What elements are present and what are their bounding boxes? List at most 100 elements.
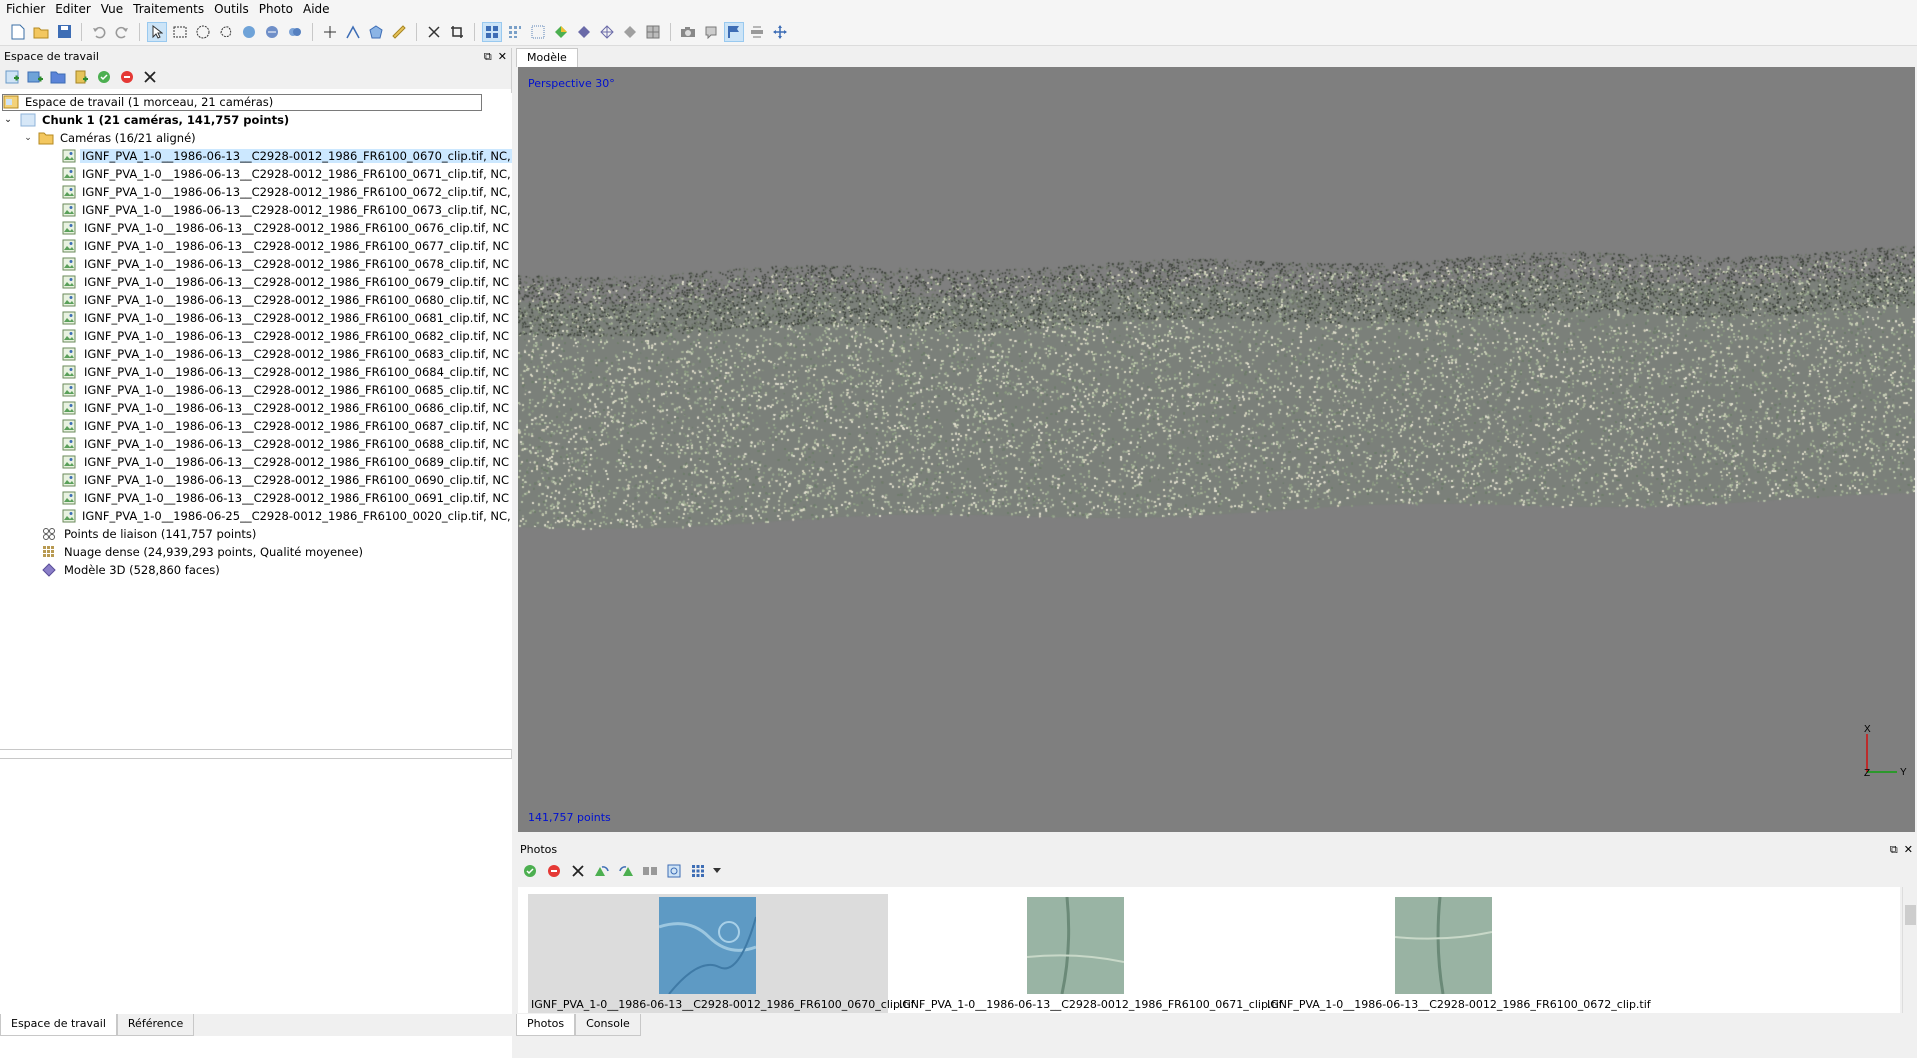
enable-icon[interactable]: [94, 67, 114, 87]
show-cameras-icon[interactable]: [482, 21, 502, 42]
tab-photos[interactable]: Photos: [516, 1014, 576, 1036]
enable-icon[interactable]: [520, 861, 540, 881]
show-dense-cloud-icon[interactable]: [528, 22, 548, 42]
camera-item[interactable]: IGNF_PVA_1-0__1986-06-13__C2928-0012_198…: [0, 489, 512, 507]
tree-cameras-folder[interactable]: ⌄ Caméras (16/21 aligné): [0, 129, 512, 147]
camera-item[interactable]: IGNF_PVA_1-0__1986-06-13__C2928-0012_198…: [0, 165, 512, 183]
tree-root[interactable]: Espace de travail (1 morceau, 21 caméras…: [0, 93, 512, 111]
rotate-left-icon[interactable]: [616, 861, 636, 881]
camera-item[interactable]: IGNF_PVA_1-0__1986-06-13__C2928-0012_198…: [0, 183, 512, 201]
disable-icon[interactable]: [544, 861, 564, 881]
camera-item[interactable]: IGNF_PVA_1-0__1986-06-13__C2928-0012_198…: [0, 201, 512, 219]
textured-model-icon[interactable]: [620, 22, 640, 42]
expand-chevron-icon[interactable]: ⌄: [2, 115, 14, 125]
scrollbar-thumb[interactable]: [1905, 905, 1916, 925]
camera-item[interactable]: IGNF_PVA_1-0__1986-06-13__C2928-0012_198…: [0, 237, 512, 255]
float-panel-icon[interactable]: ⧉: [1890, 843, 1898, 857]
close-panel-icon[interactable]: ✕: [498, 50, 507, 64]
tab-espace-de-travail[interactable]: Espace de travail: [0, 1014, 117, 1036]
tree-tie-points[interactable]: Points de liaison (141,757 points): [0, 525, 512, 543]
tree-chunk[interactable]: ⌄ Chunk 1 (21 caméras, 141,757 points): [0, 111, 512, 129]
filter-by-selection-icon[interactable]: [664, 861, 684, 881]
show-region-icon[interactable]: [747, 22, 767, 42]
add-photos-icon[interactable]: [25, 67, 45, 87]
filter-points-icon[interactable]: [262, 22, 282, 42]
add-chunk-icon[interactable]: [2, 67, 22, 87]
move-region-icon[interactable]: [770, 22, 790, 42]
camera-item[interactable]: IGNF_PVA_1-0__1986-06-25__C2928-0012_198…: [0, 507, 512, 525]
rectangle-select-icon[interactable]: [170, 22, 190, 42]
shaded-model-icon[interactable]: [551, 22, 571, 42]
photo-thumbnail[interactable]: IGNF_PVA_1-0__1986-06-13__C2928-0012_198…: [528, 894, 915, 1013]
camera-item[interactable]: IGNF_PVA_1-0__1986-06-13__C2928-0012_198…: [0, 417, 512, 435]
delete-selection-icon[interactable]: [424, 22, 444, 42]
disable-icon[interactable]: [117, 67, 137, 87]
float-panel-icon[interactable]: ⧉: [484, 50, 492, 64]
camera-item[interactable]: IGNF_PVA_1-0__1986-06-13__C2928-0012_198…: [0, 363, 512, 381]
new-file-icon[interactable]: [8, 22, 28, 42]
crop-selection-icon[interactable]: [447, 22, 467, 42]
view-mode-icon[interactable]: [688, 861, 708, 881]
draw-polygon-icon[interactable]: [366, 22, 386, 42]
menu-editer[interactable]: Editer: [53, 2, 99, 16]
camera-item[interactable]: IGNF_PVA_1-0__1986-06-13__C2928-0012_198…: [0, 435, 512, 453]
camera-item[interactable]: IGNF_PVA_1-0__1986-06-13__C2928-0012_198…: [0, 471, 512, 489]
menu-fichier[interactable]: Fichier: [4, 2, 53, 16]
select-points-icon[interactable]: [239, 22, 259, 42]
menu-traitements[interactable]: Traitements: [131, 2, 212, 16]
tab-modele[interactable]: Modèle: [516, 48, 578, 67]
wireframe-model-icon[interactable]: [597, 22, 617, 42]
camera-item[interactable]: IGNF_PVA_1-0__1986-06-13__C2928-0012_198…: [0, 327, 512, 345]
circle-select-icon[interactable]: [193, 22, 213, 42]
free-form-select-icon[interactable]: [216, 22, 236, 42]
show-markers-icon[interactable]: [724, 21, 744, 42]
draw-polyline-icon[interactable]: [343, 22, 363, 42]
photos-scrollbar[interactable]: [1902, 887, 1917, 1013]
dropdown-arrow-icon[interactable]: [712, 861, 722, 881]
model-viewport[interactable]: Perspective 30° 141,757 points X Y Z: [518, 67, 1915, 832]
show-tie-points-icon[interactable]: [505, 22, 525, 42]
camera-item[interactable]: IGNF_PVA_1-0__1986-06-13__C2928-0012_198…: [0, 381, 512, 399]
draw-point-icon[interactable]: [320, 22, 340, 42]
close-panel-icon[interactable]: ✕: [1904, 843, 1913, 857]
tree-dense-cloud[interactable]: Nuage dense (24,939,293 points, Qualité …: [0, 543, 512, 561]
ruler-icon[interactable]: [389, 22, 409, 42]
camera-item[interactable]: IGNF_PVA_1-0__1986-06-13__C2928-0012_198…: [0, 309, 512, 327]
camera-item[interactable]: IGNF_PVA_1-0__1986-06-13__C2928-0012_198…: [0, 147, 512, 165]
navigation-cursor-icon[interactable]: [147, 21, 167, 42]
camera-item[interactable]: IGNF_PVA_1-0__1986-06-13__C2928-0012_198…: [0, 273, 512, 291]
redo-icon[interactable]: [112, 22, 132, 42]
camera-item[interactable]: IGNF_PVA_1-0__1986-06-13__C2928-0012_198…: [0, 345, 512, 363]
remove-items-icon[interactable]: [140, 67, 160, 87]
main-toolbar: [0, 18, 1917, 46]
menu-photo[interactable]: Photo: [257, 2, 301, 16]
tab-reference[interactable]: Référence: [116, 1014, 195, 1036]
remove-icon[interactable]: [568, 861, 588, 881]
camera-item[interactable]: IGNF_PVA_1-0__1986-06-13__C2928-0012_198…: [0, 399, 512, 417]
add-marker-icon[interactable]: [71, 67, 91, 87]
menu-vue[interactable]: Vue: [99, 2, 131, 16]
tree-model3d[interactable]: Modèle 3D (528,860 faces): [0, 561, 512, 579]
camera-item[interactable]: IGNF_PVA_1-0__1986-06-13__C2928-0012_198…: [0, 219, 512, 237]
save-icon[interactable]: [54, 22, 74, 42]
tab-console[interactable]: Console: [575, 1014, 641, 1036]
solid-model-icon[interactable]: [574, 22, 594, 42]
reset-filter-icon[interactable]: [640, 861, 660, 881]
photo-thumbnail[interactable]: IGNF_PVA_1-0__1986-06-13__C2928-0012_198…: [1264, 894, 1651, 1013]
menu-aide[interactable]: Aide: [301, 2, 338, 16]
camera-label: IGNF_PVA_1-0__1986-06-13__C2928-0012_198…: [84, 329, 510, 343]
open-folder-icon[interactable]: [31, 22, 51, 42]
photo-thumbnail[interactable]: IGNF_PVA_1-0__1986-06-13__C2928-0012_198…: [896, 894, 1283, 1013]
menu-outils[interactable]: Outils: [212, 2, 257, 16]
camera-item[interactable]: IGNF_PVA_1-0__1986-06-13__C2928-0012_198…: [0, 291, 512, 309]
expand-chevron-icon[interactable]: ⌄: [22, 133, 34, 143]
shape-tools-icon[interactable]: [285, 22, 305, 42]
rotate-right-icon[interactable]: [592, 861, 612, 881]
camera-item[interactable]: IGNF_PVA_1-0__1986-06-13__C2928-0012_198…: [0, 453, 512, 471]
camera-item[interactable]: IGNF_PVA_1-0__1986-06-13__C2928-0012_198…: [0, 255, 512, 273]
undo-icon[interactable]: [89, 22, 109, 42]
add-folder-icon[interactable]: [48, 67, 68, 87]
show-images-icon[interactable]: [701, 22, 721, 42]
tiled-model-icon[interactable]: [643, 22, 663, 42]
camera-view-icon[interactable]: [678, 22, 698, 42]
